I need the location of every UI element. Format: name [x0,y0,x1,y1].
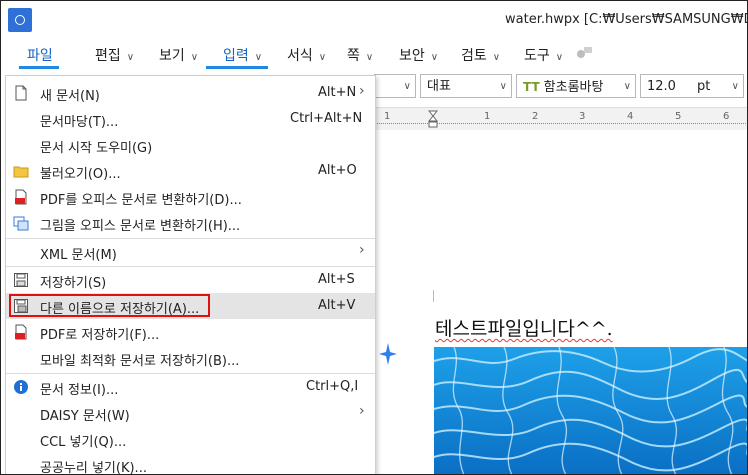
paragraph-style-select[interactable]: 대표 ∨ [420,74,512,98]
save-icon [14,273,28,287]
menu-item-label: CCL 넣기(Q)... [40,435,127,450]
menu-item-save-pdf[interactable]: PDF로 저장하기(F)... [6,319,375,345]
shortcut-label: Alt+V [318,298,356,313]
ai-sparkle-icon[interactable] [374,341,398,367]
truetype-font-icon: TT [523,80,540,94]
water-image[interactable] [434,347,748,475]
menu-edit[interactable]: 편집 ∨ [95,45,134,65]
chevron-down-icon: ∨ [190,52,199,63]
app-window: water.hwpx [C:₩Users₩SAMSUNG₩Desk 파일 편집∨… [0,0,748,475]
shortcut-label: Ctrl+Alt+N [290,111,363,126]
page-corner-mark [433,290,446,302]
menu-item-label: 공공누리 넣기(K)... [40,461,147,475]
image-convert-icon [13,216,29,231]
menu-tools[interactable]: 도구 ∨ [524,45,563,65]
menu-item-label: 새 문서(N) [40,89,100,104]
ruler-tick: 4 [627,111,634,122]
menu-input[interactable]: 입력 ∨ [223,45,262,65]
menu-item-xml-document[interactable]: XML 문서(M) › [6,239,375,265]
share-icon[interactable] [576,45,594,59]
menu-item-save[interactable]: 저장하기(S) Alt+S [6,267,375,293]
window-title: water.hwpx [C:₩Users₩SAMSUNG₩Desk [505,12,747,27]
shortcut-label: Alt+N [318,85,357,100]
menu-security[interactable]: 보안 ∨ [399,45,438,65]
menu-item-document-info[interactable]: 문서 정보(I)... Ctrl+Q,I [6,374,375,400]
menu-item-ccl[interactable]: CCL 넣기(Q)... [6,426,375,452]
ruler-tick: 1 [384,111,391,122]
menu-item-templates[interactable]: 문서마당(T)... Ctrl+Alt+N [6,106,375,132]
ruler-tick: 1 [484,111,491,122]
menu-item-label: XML 문서(M) [40,248,117,263]
shortcut-label: Alt+S [318,272,355,287]
ruler-tick: 3 [579,111,586,122]
chevron-right-icon: › [359,403,365,419]
indent-marker-icon[interactable] [428,110,438,128]
menu-format[interactable]: 서식 ∨ [287,45,326,65]
menu-file[interactable]: 파일 [27,45,53,65]
chevron-right-icon: › [359,83,365,99]
shortcut-label: Ctrl+Q,I [306,379,359,394]
chevron-down-icon: ∨ [403,81,411,92]
chevron-down-icon: ∨ [499,81,507,92]
shortcut-label: Alt+O [318,163,357,178]
ruler-tick: 5 [675,111,682,122]
file-menu-dropdown: 새 문서(N) Alt+N › 문서마당(T)... Ctrl+Alt+N 문서… [5,75,376,475]
menu-input-underline [206,66,268,69]
chevron-down-icon: ∨ [318,52,327,63]
menu-review[interactable]: 검토 ∨ [461,45,500,65]
menu-item-save-mobile[interactable]: 모바일 최적화 문서로 저장하기(B)... [6,345,375,371]
menu-view[interactable]: 보기 ∨ [159,45,198,65]
pdf-convert-icon [15,189,27,205]
document-text[interactable]: 테스트파일입니다^^. [435,314,613,341]
chevron-down-icon: ∨ [254,52,263,63]
menu-item-label: PDF로 저장하기(F)... [40,328,160,343]
ruler-tick: 6 [723,111,730,122]
hwp-app-icon[interactable] [8,8,32,32]
menu-item-pdf-to-office[interactable]: PDF를 오피스 문서로 변환하기(D)... [6,184,375,210]
menu-item-label: DAISY 문서(W) [40,409,130,424]
menu-item-open[interactable]: 불러오기(O)... Alt+O [6,158,375,184]
chevron-down-icon: ∨ [430,52,439,63]
font-select[interactable]: TT 함초롬바탕 ∨ [516,74,636,98]
menu-item-label: 문서 정보(I)... [40,383,119,398]
chevron-down-icon: ∨ [555,52,564,63]
chevron-down-icon: ∨ [623,81,631,92]
menu-file-underline [19,66,59,69]
formatting-toolbar: ∨ 대표 ∨ TT 함초롬바탕 ∨ 12.0 pt ∨ [374,74,747,102]
chevron-down-icon: ∨ [365,52,374,63]
title-bar: water.hwpx [C:₩Users₩SAMSUNG₩Desk [1,1,747,38]
new-document-icon [15,85,27,101]
menu-item-label: 저장하기(S) [40,276,107,291]
menu-bar: 파일 편집 ∨ 보기 ∨ 입력 ∨ 서식 ∨ 쪽 ∨ 보안 ∨ 검토 ∨ 도구 ∨ [1,38,747,69]
menu-item-label: 문서마당(T)... [40,115,119,130]
ruler-tick: 2 [532,111,539,122]
menu-item-label: 그림을 오피스 문서로 변환하기(H)... [40,219,241,234]
folder-icon [13,166,29,178]
font-size-input[interactable]: 12.0 pt ∨ [640,74,744,98]
horizontal-ruler[interactable]: 1 1 2 3 4 5 6 [374,107,747,131]
menu-item-kogl[interactable]: 공공누리 넣기(K)... [6,452,375,475]
menu-item-label: 불러오기(O)... [40,167,121,182]
menu-item-image-to-office[interactable]: 그림을 오피스 문서로 변환하기(H)... [6,210,375,236]
menu-page[interactable]: 쪽 ∨ [347,45,373,65]
menu-item-start-wizard[interactable]: 문서 시작 도우미(G) [6,132,375,158]
info-icon [14,380,28,394]
menu-item-daisy[interactable]: DAISY 문서(W) › [6,400,375,426]
style-combo-tail[interactable]: ∨ [374,74,416,98]
menu-item-label: 문서 시작 도우미(G) [40,141,153,156]
chevron-down-icon: ∨ [492,52,501,63]
menu-item-new-document[interactable]: 새 문서(N) Alt+N › [6,80,375,106]
chevron-down-icon: ∨ [731,81,739,92]
chevron-right-icon: › [359,242,365,258]
save-as-highlight-box [9,294,210,317]
chevron-down-icon: ∨ [126,52,135,63]
menu-item-label: 모바일 최적화 문서로 저장하기(B)... [40,354,240,369]
pdf-save-icon [15,324,27,340]
menu-item-label: PDF를 오피스 문서로 변환하기(D)... [40,193,242,208]
